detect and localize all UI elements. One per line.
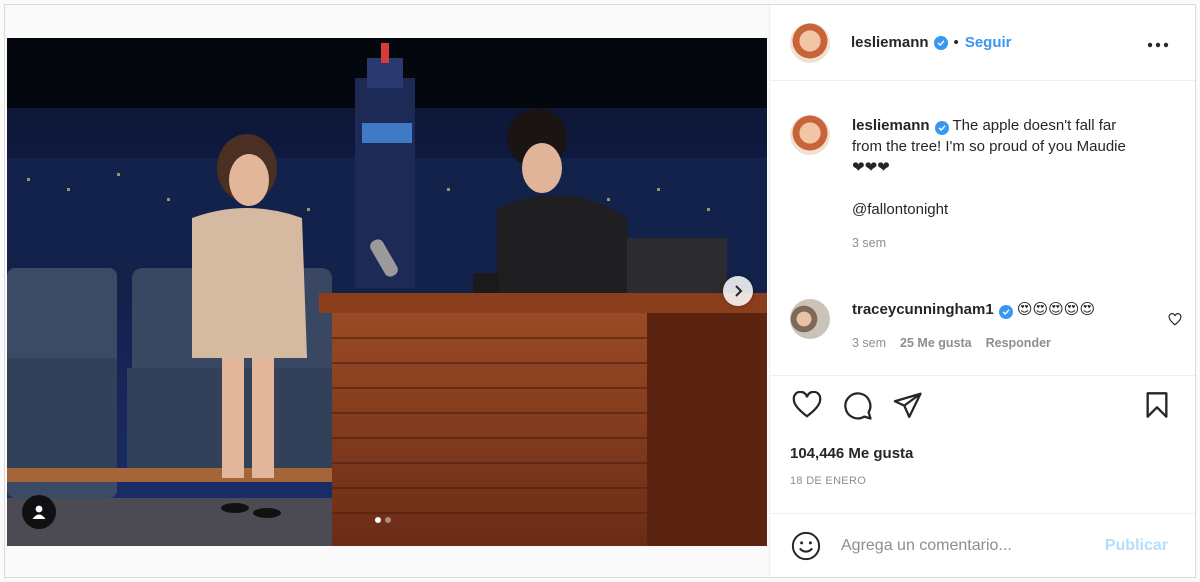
comment-button[interactable] (843, 391, 873, 426)
post-date: 18 DE ENERO (790, 475, 867, 487)
share-icon (893, 392, 922, 418)
comments-list[interactable]: lesliemann The apple doesn't fall far fr… (769, 82, 1195, 375)
tag-user-button[interactable] (22, 495, 56, 529)
post-image (7, 38, 767, 546)
comment-composer: Publicar (769, 513, 1195, 578)
like-comment-button[interactable] (1168, 313, 1182, 331)
verified-icon (934, 121, 949, 135)
author-username[interactable]: lesliemann (851, 34, 929, 51)
emoji-button[interactable] (791, 531, 821, 561)
likes-count[interactable]: 104,446 Me gusta (790, 445, 913, 462)
post-photo (7, 38, 767, 546)
next-photo-button[interactable] (723, 276, 753, 306)
tag-user-icon (32, 505, 46, 519)
post-side-panel: lesliemann • Seguir lesliemann The apple… (769, 5, 1195, 577)
share-button[interactable] (893, 391, 923, 424)
more-options-icon (1147, 42, 1169, 48)
follow-button[interactable]: Seguir (965, 34, 1012, 51)
carousel-indicator (375, 517, 391, 523)
commenter-avatar[interactable] (790, 299, 830, 339)
more-options-button[interactable] (1147, 35, 1169, 53)
caption-username[interactable]: lesliemann (852, 117, 930, 134)
chevron-right-icon (735, 285, 743, 297)
like-button[interactable] (792, 390, 822, 424)
comment-item: traceycunningham1 😍😍😍😍😍 3 sem 25 Me gusta… (790, 299, 1182, 354)
carousel-dot-2 (385, 517, 391, 523)
bookmark-icon (1146, 392, 1168, 418)
post-actions (769, 375, 1195, 436)
comment-body: traceycunningham1 😍😍😍😍😍 3 sem 25 Me gusta… (852, 299, 1095, 354)
comment-time: 3 sem (852, 336, 887, 350)
caption-body: lesliemann The apple doesn't fall far fr… (852, 115, 1130, 254)
comment-icon (844, 392, 872, 420)
verified-icon (933, 35, 948, 50)
caption-avatar[interactable] (790, 115, 830, 155)
post-header: lesliemann • Seguir (769, 5, 1195, 81)
comment-likes[interactable]: 25 Me gusta (900, 336, 972, 350)
comment-text: 😍😍😍😍😍 (1016, 301, 1096, 318)
emoji-icon (791, 531, 821, 561)
caption-mention[interactable]: @fallontonight (852, 199, 1130, 220)
comment-meta: 3 sem 25 Me gusta Responder (852, 333, 1095, 354)
verified-icon (998, 305, 1013, 319)
post-dialog: lesliemann • Seguir lesliemann The apple… (4, 4, 1196, 578)
heart-icon (1168, 313, 1182, 326)
header-separator: • (953, 34, 959, 51)
comment-input[interactable] (839, 536, 1093, 556)
carousel-dot-1 (375, 517, 381, 523)
caption-time: 3 sem (852, 236, 887, 250)
save-button[interactable] (1145, 391, 1169, 424)
commenter-username[interactable]: traceycunningham1 (852, 301, 994, 318)
publish-button[interactable]: Publicar (1105, 537, 1168, 555)
heart-icon (792, 390, 822, 418)
media-pane (5, 5, 770, 577)
author-avatar[interactable] (790, 22, 830, 63)
caption: lesliemann The apple doesn't fall far fr… (790, 115, 1130, 254)
comment-reply-button[interactable]: Responder (986, 336, 1051, 350)
